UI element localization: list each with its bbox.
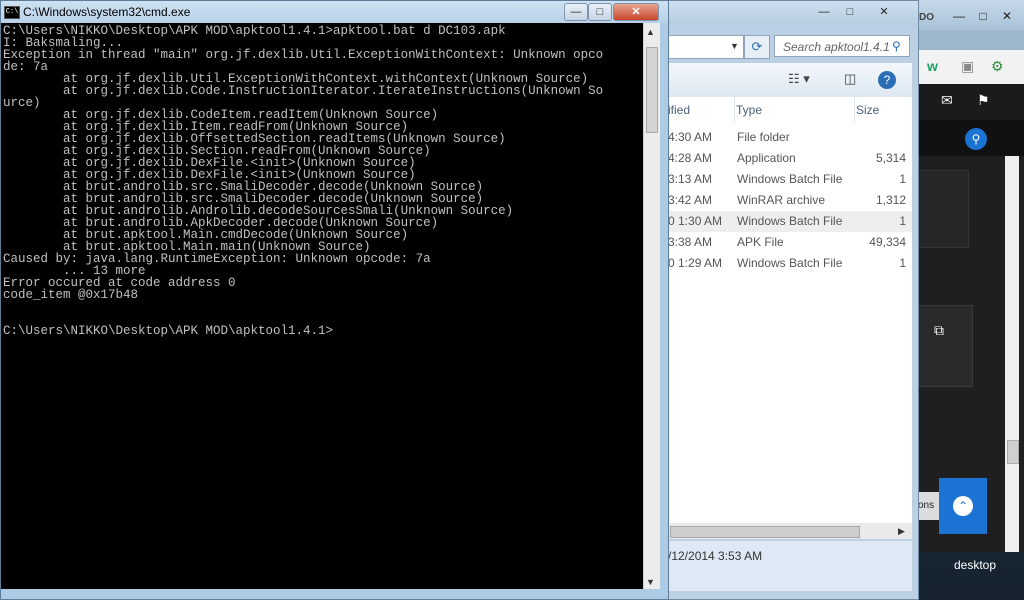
row-type: Application — [737, 151, 796, 165]
explorer-titlebar[interactable]: — □ ✕ — [662, 1, 918, 25]
search-input[interactable]: Search apktool1.4.1 — [774, 35, 910, 57]
browser-window: DO — □ ✕ w ▣ ⚙ ✉ ⚑ ⚲ ⧉ tions ⌃ — [912, 0, 1024, 552]
file-row-selected[interactable]: 0 1:30 AM Windows Batch File 1 — [668, 211, 912, 232]
horizontal-scroll-thumb[interactable] — [670, 526, 860, 538]
file-row[interactable]: 3:13 AM Windows Batch File 1 — [668, 169, 912, 190]
column-size[interactable]: Size — [856, 97, 912, 123]
explorer-window: — □ ✕ ▼ ⟳ Search apktool1.4.1 ⚲ ☷ ▾ ◫ ? … — [661, 0, 919, 600]
browser-close-button[interactable]: ✕ — [997, 8, 1017, 24]
cmd-app-icon[interactable]: C:\ — [4, 6, 20, 19]
cmd-window-title: C:\Windows\system32\cmd.exe — [23, 5, 191, 19]
browser-minimize-button[interactable]: — — [949, 8, 969, 24]
column-date-modified[interactable]: ified — [668, 97, 735, 123]
row-date: 3:38 AM — [668, 235, 713, 249]
cmd-titlebar[interactable]: C:\ C:\Windows\system32\cmd.exe — □ ✕ — [1, 1, 668, 23]
preview-pane-icon[interactable]: ◫ — [844, 71, 856, 87]
row-size: 1 — [899, 256, 906, 270]
console-prompt: C:\Users\NIKKO\Desktop\APK MOD\apktool1.… — [3, 324, 334, 338]
view-options-icon[interactable]: ☷ ▾ — [788, 71, 810, 87]
share-icon[interactable]: ⧉ — [934, 322, 944, 339]
row-date: 4:30 AM — [668, 130, 713, 144]
console-line: at org.jf.dexlib.Code.InstructionIterato… — [3, 84, 604, 98]
browser-scrollbar[interactable] — [1005, 156, 1019, 552]
scroll-up-arrow-icon[interactable]: ▲ — [646, 27, 655, 37]
scroll-down-arrow-icon[interactable]: ▼ — [646, 577, 655, 587]
console-output[interactable]: C:\Users\NIKKO\Desktop\APK MOD\apktool1.… — [1, 23, 643, 589]
file-row[interactable]: 3:42 AM WinRAR archive 1,312 — [668, 190, 912, 211]
explorer-close-button[interactable]: ✕ — [872, 4, 896, 20]
cmd-scroll-thumb[interactable] — [646, 47, 658, 133]
row-type: WinRAR archive — [737, 193, 826, 207]
row-size: 1,312 — [875, 193, 906, 207]
refresh-icon[interactable]: ⟳ — [744, 35, 770, 59]
content-panel-2: ⧉ — [913, 305, 973, 387]
browser-toolbar: w ▣ ⚙ — [913, 50, 1024, 85]
row-type: APK File — [737, 235, 784, 249]
addon-icon[interactable]: ⚙ — [991, 58, 1004, 75]
file-row[interactable]: 4:30 AM File folder — [668, 127, 912, 148]
content-panel — [913, 170, 969, 248]
search-icon[interactable]: ⚲ — [892, 39, 901, 53]
browser-maximize-button[interactable]: □ — [973, 8, 993, 24]
console-line: Exception in thread "main" org.jf.dexlib… — [3, 48, 604, 62]
explorer-minimize-button[interactable]: — — [812, 4, 836, 20]
extension-icon[interactable]: w — [927, 58, 938, 74]
row-type: Windows Batch File — [737, 214, 843, 228]
search-icon[interactable]: ⚲ — [965, 128, 987, 150]
row-date: 3:13 AM — [668, 172, 713, 186]
details-date-modified: /12/2014 3:53 AM — [668, 549, 763, 563]
cmd-maximize-button[interactable]: □ — [588, 3, 612, 21]
row-type: File folder — [737, 130, 790, 144]
mail-icon[interactable]: ✉ — [941, 92, 953, 109]
file-list: ified Type Size 4:30 AM File folder 4:28… — [668, 97, 912, 529]
site-navbar: ✉ ⚑ — [913, 84, 1024, 120]
column-type[interactable]: Type — [736, 97, 855, 123]
file-row[interactable]: 3:38 AM APK File 49,334 — [668, 232, 912, 253]
puzzle-icon[interactable]: ▣ — [961, 58, 974, 75]
row-size: 5,314 — [875, 151, 906, 165]
console-line: code_item @0x17b48 — [3, 288, 139, 302]
flag-icon[interactable]: ⚑ — [977, 92, 990, 109]
row-size: 1 — [899, 214, 906, 228]
chevron-up-icon: ⌃ — [953, 496, 973, 516]
row-type: Windows Batch File — [737, 256, 843, 270]
row-date: 4:28 AM — [668, 151, 713, 165]
row-size: 1 — [899, 172, 906, 186]
explorer-command-bar: ☷ ▾ ◫ ? — [668, 63, 912, 98]
cmd-close-button[interactable]: ✕ — [613, 3, 659, 21]
row-date: 0 1:30 AM — [668, 214, 723, 228]
details-pane: /12/2014 3:53 AM — [668, 541, 912, 591]
row-size: 49,334 — [869, 235, 906, 249]
file-row[interactable]: 0 1:29 AM Windows Batch File 1 — [668, 253, 912, 274]
back-to-top-button[interactable]: ⌃ — [939, 478, 987, 534]
row-date: 3:42 AM — [668, 193, 713, 207]
cmd-minimize-button[interactable]: — — [564, 3, 588, 21]
file-row[interactable]: 4:28 AM Application 5,314 — [668, 148, 912, 169]
chevron-down-icon[interactable]: ▼ — [730, 41, 739, 51]
cmd-window: C:\ C:\Windows\system32\cmd.exe — □ ✕ C:… — [0, 0, 669, 600]
scroll-right-arrow-icon[interactable]: ▶ — [898, 523, 905, 539]
browser-brand: DO — [919, 12, 934, 23]
help-icon[interactable]: ? — [878, 71, 896, 89]
row-type: Windows Batch File — [737, 172, 843, 186]
browser-scroll-thumb[interactable] — [1007, 440, 1019, 464]
desktop-label: desktop — [954, 558, 997, 572]
site-searchbar: ⚲ — [913, 120, 1024, 156]
explorer-maximize-button[interactable]: □ — [838, 4, 862, 20]
row-date: 0 1:29 AM — [668, 256, 723, 270]
